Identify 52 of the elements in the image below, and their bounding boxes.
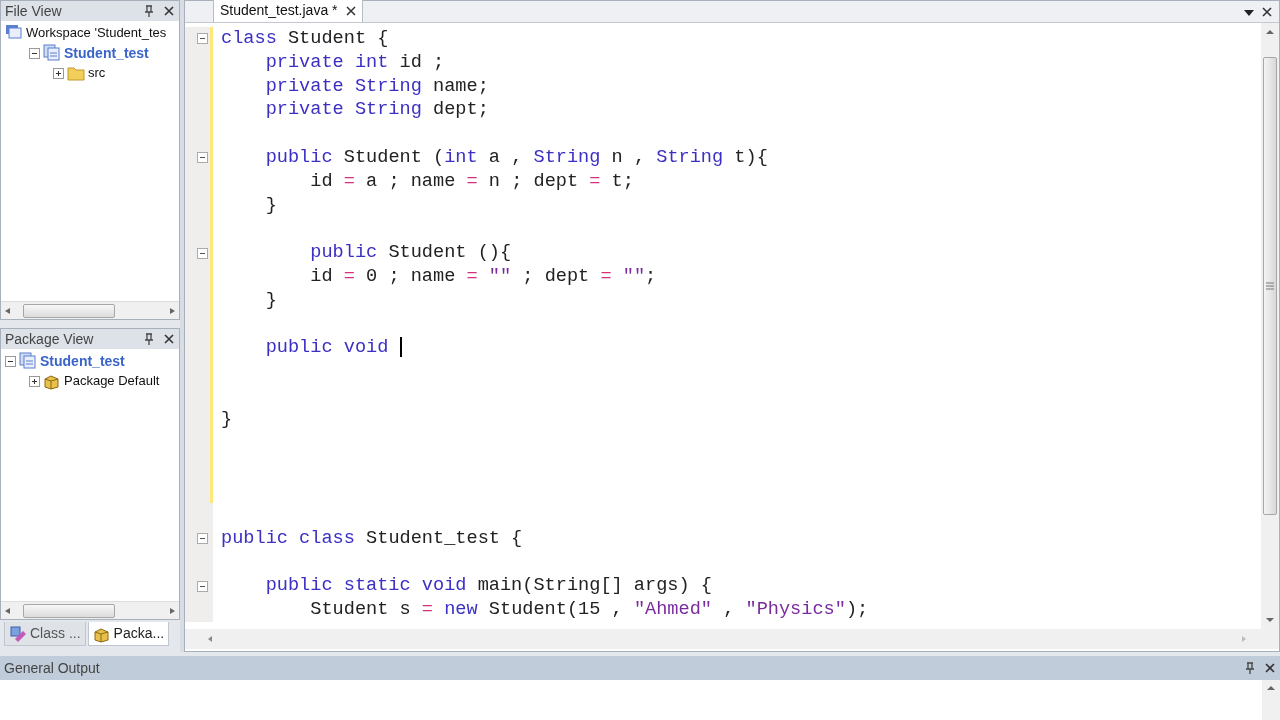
code-line: private String name; <box>264 74 489 99</box>
pin-icon[interactable] <box>1244 661 1256 675</box>
project-icon <box>19 352 37 370</box>
code-line: } <box>264 193 277 218</box>
tree-item[interactable]: Package Default <box>64 371 160 391</box>
panel-title: General Output <box>4 658 101 678</box>
close-icon[interactable] <box>345 5 356 16</box>
workspace-icon <box>5 24 23 42</box>
close-icon[interactable] <box>1264 662 1276 674</box>
tree-item[interactable]: Workspace 'Student_tes <box>26 23 167 43</box>
expand-icon[interactable] <box>53 67 64 79</box>
expand-icon[interactable] <box>29 375 40 387</box>
fold-icon[interactable] <box>197 247 208 259</box>
panel-title: Package View <box>5 329 95 349</box>
collapse-icon[interactable] <box>29 47 40 59</box>
code-line: private int id ; <box>264 50 445 75</box>
scrollbar-thumb[interactable] <box>1263 57 1277 515</box>
close-icon[interactable] <box>163 5 175 17</box>
code-line: } <box>220 407 233 432</box>
code-line: public Student (){ <box>309 241 512 265</box>
scrollbar-thumb[interactable] <box>23 603 115 618</box>
folder-icon <box>67 64 85 82</box>
panel-tab[interactable]: Class ... <box>4 622 86 646</box>
code-line: public class Student_test { <box>220 526 523 551</box>
project-icon <box>43 44 61 62</box>
close-icon[interactable] <box>1261 6 1273 18</box>
code-line: private String dept; <box>264 98 489 123</box>
code-line: id = 0 ; name = "" ; dept = ""; <box>309 264 657 289</box>
tree-item[interactable]: src <box>88 63 106 83</box>
fold-icon[interactable] <box>197 580 208 592</box>
close-icon[interactable] <box>163 333 175 345</box>
code-line: public static void main(String[] args) { <box>264 574 712 599</box>
code-line: Student s = new Student(15 , "Ahmed" , "Physics"); <box>309 598 869 622</box>
collapse-icon[interactable] <box>5 355 16 367</box>
code-line: public Student (int a , String n , String t){ <box>264 146 768 170</box>
file-tab[interactable]: Student_test.java * <box>213 0 363 22</box>
code-line: id = a ; name = n ; dept = t; <box>309 169 634 194</box>
fold-icon[interactable] <box>197 33 208 45</box>
code-line: class Student { <box>220 27 389 51</box>
scrollbar-thumb[interactable] <box>23 303 115 318</box>
code-line: } <box>264 288 277 313</box>
fold-icon[interactable] <box>197 533 208 545</box>
code-line: public void <box>213 336 402 361</box>
grip-icon <box>1266 282 1274 290</box>
pin-icon[interactable] <box>143 332 155 346</box>
fold-icon[interactable] <box>197 152 208 164</box>
panel-title: File View <box>5 1 63 21</box>
tree-item[interactable]: Student_test <box>64 42 149 64</box>
tree-item[interactable]: Student_test <box>40 350 125 372</box>
panel-tab[interactable]: Packa... <box>87 622 170 646</box>
pin-icon[interactable] <box>143 4 155 18</box>
class-diagram-icon <box>9 624 27 643</box>
